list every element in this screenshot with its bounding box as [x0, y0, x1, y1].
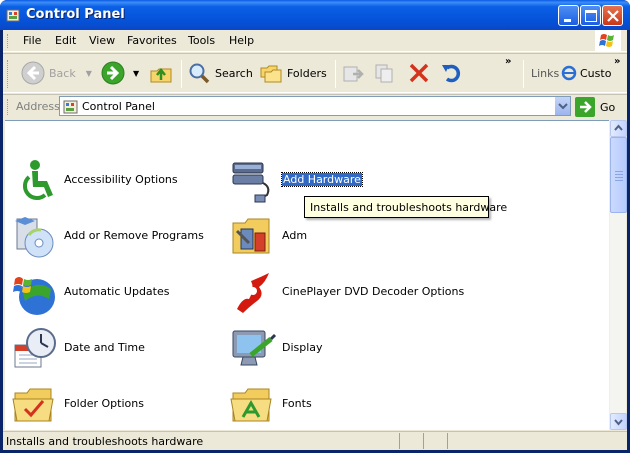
item-label: Add Hardware	[281, 172, 363, 187]
folder-options-icon	[12, 388, 54, 422]
cineplayer-icon	[237, 273, 269, 313]
vertical-scrollbar[interactable]	[609, 120, 627, 430]
address-grip[interactable]	[7, 99, 10, 115]
forward-arrow-icon	[101, 61, 125, 85]
menu-favorites[interactable]: Favorites	[127, 34, 177, 47]
minimize-icon	[564, 19, 571, 22]
chevron-down-icon	[558, 103, 568, 110]
search-label: Search	[215, 66, 253, 80]
administrative-tools-icon	[232, 218, 270, 254]
search-icon	[189, 63, 210, 84]
tooltip: Installs and troubleshoots hardware	[304, 196, 507, 218]
delete-icon	[409, 63, 429, 83]
item-label: Add or Remove Programs	[64, 229, 204, 242]
toolbar-chevron-icon[interactable]: »	[505, 56, 511, 67]
menu-help[interactable]: Help	[229, 34, 254, 47]
custom-link-button[interactable]: Custo	[561, 58, 611, 88]
date-time-icon	[14, 328, 56, 368]
title-bar[interactable]: Control Panel	[0, 0, 630, 30]
standard-toolbar: Back ▼ ▼ Search Folders » Links Custo »	[3, 53, 627, 93]
forward-dropdown-icon[interactable]: ▼	[133, 69, 139, 78]
control-panel-window: Control Panel File Edit View Favorites T…	[0, 0, 630, 453]
status-divider	[423, 433, 424, 449]
chevron-up-icon	[614, 124, 623, 131]
maximize-button[interactable]	[580, 5, 601, 26]
move-to-icon	[343, 66, 364, 82]
close-icon	[607, 10, 619, 22]
status-text: Installs and troubleshoots hardware	[6, 435, 204, 448]
status-bar: Installs and troubleshoots hardware	[3, 431, 627, 450]
go-button[interactable]: Go	[575, 97, 623, 117]
toolbar-grip[interactable]	[7, 60, 10, 88]
up-folder-icon	[150, 67, 172, 83]
folders-button[interactable]: Folders	[259, 58, 327, 88]
close-button[interactable]	[602, 5, 623, 26]
undo-icon	[442, 64, 461, 83]
go-arrow-icon	[575, 97, 595, 117]
move-to-button[interactable]	[341, 58, 365, 88]
scroll-down-button[interactable]	[610, 413, 627, 430]
windows-logo-icon	[595, 30, 621, 52]
window-frame: File Edit View Favorites Tools Help Back…	[3, 30, 627, 450]
item-label: Fonts	[282, 397, 312, 410]
item-label: Display	[282, 341, 323, 354]
scroll-up-button[interactable]	[610, 120, 627, 137]
status-divider	[447, 433, 448, 449]
item-label: Folder Options	[64, 397, 144, 410]
menu-file[interactable]: File	[23, 34, 41, 47]
minimize-button[interactable]	[558, 5, 579, 26]
menu-edit[interactable]: Edit	[55, 34, 76, 47]
undo-button[interactable]	[439, 58, 463, 88]
forward-button[interactable]: ▼	[101, 58, 139, 88]
control-panel-items: Accessibility Options Add Hardware Add o…	[5, 120, 609, 430]
accessibility-icon	[22, 160, 53, 201]
status-divider	[399, 433, 400, 449]
toolbar-separator	[335, 60, 336, 88]
toolbar-separator	[181, 60, 182, 88]
address-dropdown-button[interactable]	[554, 97, 570, 115]
back-label: Back	[49, 66, 76, 80]
item-label: Accessibility Options	[64, 173, 178, 186]
item-label: Adm	[282, 229, 308, 242]
menu-view[interactable]: View	[89, 34, 115, 47]
add-remove-programs-icon	[15, 217, 54, 258]
menu-tools[interactable]: Tools	[188, 34, 215, 47]
display-icon	[232, 330, 277, 366]
address-value: Control Panel	[82, 100, 155, 113]
address-label: Address	[16, 100, 60, 113]
up-folder-button[interactable]	[149, 58, 173, 88]
copy-to-button[interactable]	[373, 58, 397, 88]
control-panel-small-icon	[63, 100, 78, 114]
fonts-icon	[230, 388, 272, 422]
copy-to-icon	[375, 64, 393, 83]
search-button[interactable]: Search	[187, 58, 253, 88]
ie-icon	[561, 65, 577, 81]
folders-icon	[260, 65, 282, 83]
automatic-updates-icon	[13, 277, 55, 315]
control-panel-icon	[6, 9, 20, 22]
links-chevron-icon[interactable]: »	[614, 56, 620, 67]
toolbar-separator	[523, 60, 524, 88]
back-dropdown-icon[interactable]: ▼	[86, 69, 92, 78]
item-label: CinePlayer DVD Decoder Options	[282, 285, 465, 298]
maximize-icon	[585, 10, 597, 22]
item-label: Automatic Updates	[64, 285, 170, 298]
address-bar: Address Control Panel Go	[3, 94, 627, 118]
delete-button[interactable]	[407, 58, 431, 88]
menu-bar: File Edit View Favorites Tools Help	[3, 30, 627, 52]
tooltip-text: Installs and troubleshoots hardware	[310, 201, 508, 214]
add-hardware-icon	[232, 162, 270, 203]
back-arrow-icon	[21, 61, 45, 85]
address-field[interactable]: Control Panel	[59, 96, 571, 116]
links-label[interactable]: Links	[531, 67, 559, 80]
go-label: Go	[600, 100, 616, 114]
folders-label: Folders	[287, 66, 327, 80]
item-label: Date and Time	[64, 341, 145, 354]
back-button[interactable]: Back ▼	[21, 58, 92, 88]
custom-link-label: Custo	[580, 66, 612, 80]
menu-grip[interactable]	[7, 34, 10, 48]
window-title: Control Panel	[26, 7, 125, 22]
chevron-down-icon	[614, 419, 623, 426]
scroll-thumb[interactable]	[610, 137, 627, 213]
